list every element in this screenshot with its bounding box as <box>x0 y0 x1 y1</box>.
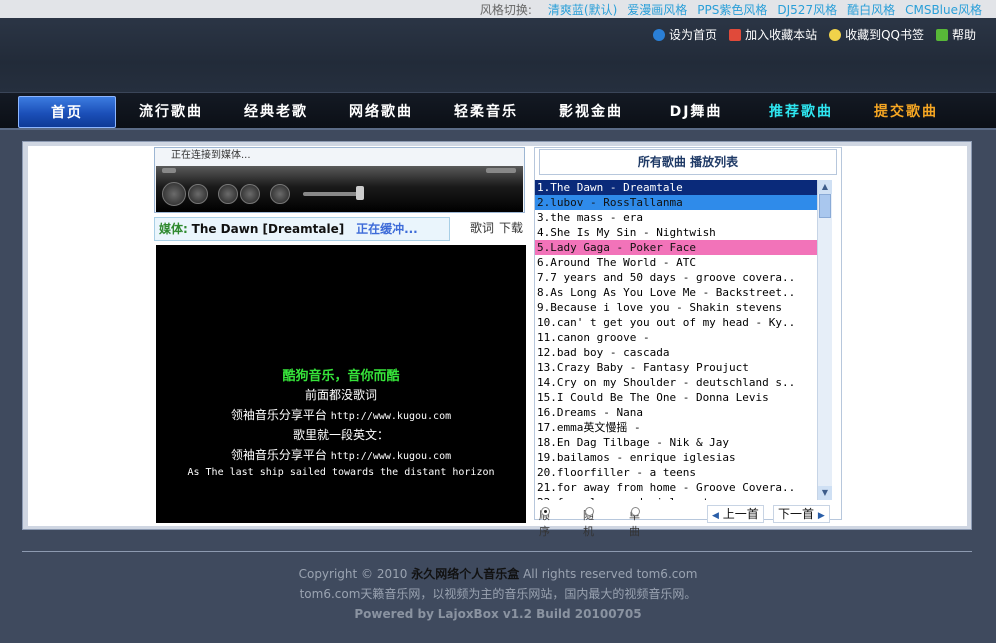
playlist-song-item[interactable]: 4.She Is My Sin - Nightwish <box>535 225 817 240</box>
footer-description: tom6.com天籁音乐网，以视频为主的音乐网站，国内最大的视频音乐网。 <box>299 587 697 601</box>
stop-icon[interactable] <box>188 184 208 204</box>
lyrics-line: 领袖音乐分享平台 http://www.kugou.com <box>230 408 452 422</box>
nav-internet[interactable]: 网络歌曲 <box>332 96 430 128</box>
scroll-thumb[interactable] <box>819 194 831 218</box>
main-nav: 首页 流行歌曲 经典老歌 网络歌曲 轻柔音乐 影视金曲 DJ舞曲 推荐歌曲 提交… <box>0 92 996 130</box>
playlist-song-item[interactable]: 7.7 years and 50 days - groove covera.. <box>535 270 817 285</box>
playlist-song-item[interactable]: 19.bailamos - enrique iglesias <box>535 450 817 465</box>
next-icon: ▶ <box>817 511 825 521</box>
style-option-blue[interactable]: 清爽蓝(默认) <box>548 1 617 18</box>
powered-by-line: Powered by LajoxBox v1.2 Build 20100705 <box>354 607 642 621</box>
progress-indicator-left <box>162 168 176 173</box>
media-title: The Dawn [Dreamtale] <box>191 222 345 236</box>
play-icon[interactable] <box>162 182 186 206</box>
nav-submit[interactable]: 提交歌曲 <box>857 96 955 128</box>
playlist-song-item[interactable]: 12.bad boy - cascada <box>535 345 817 360</box>
playlist-song-item[interactable]: 3.the mass - era <box>535 210 817 225</box>
nav-home[interactable]: 首页 <box>18 96 116 128</box>
media-info: 媒体: The Dawn [Dreamtale] 正在缓冲... <box>154 217 450 241</box>
radio-checked-icon <box>541 507 550 516</box>
nav-classic[interactable]: 经典老歌 <box>227 96 325 128</box>
playlist-song-item[interactable]: 21.for away from home - Groove Covera.. <box>535 480 817 495</box>
download-button[interactable]: 下载 <box>499 218 523 238</box>
scroll-down-icon[interactable]: ▼ <box>818 486 832 500</box>
player-status: 正在连接到媒体... <box>171 150 251 161</box>
help-icon <box>935 28 948 41</box>
quick-links: 设为首页 加入收藏本站 收藏到QQ书签 帮助 <box>653 26 976 43</box>
style-switch-label: 风格切换: <box>479 2 532 17</box>
bookmark-icon <box>729 28 742 41</box>
radio-icon <box>631 507 640 516</box>
lyrics-display: 酷狗音乐，音你而酷 前面都没歌词 领袖音乐分享平台 http://www.kug… <box>156 245 526 523</box>
prev-song-button[interactable]: ◀ 上一首 <box>707 505 764 523</box>
nav-recommended[interactable]: 推荐歌曲 <box>752 96 850 128</box>
lyrics-line: 歌里就一段英文： <box>292 428 389 442</box>
site-footer: Copyright © 2010 永久网络个人音乐盒 All rights re… <box>0 564 996 624</box>
next-icon[interactable] <box>240 184 260 204</box>
previous-icon: ◀ <box>712 511 719 521</box>
style-option-pps[interactable]: PPS紫色风格 <box>697 1 767 18</box>
lyrics-line: 前面都没歌词 <box>304 388 377 402</box>
playlist-song-item[interactable]: 18.En Dag Tilbage - Nik & Jay <box>535 435 817 450</box>
site-header: 设为首页 加入收藏本站 收藏到QQ书签 帮助 <box>0 18 996 92</box>
style-switch-bar: 风格切换: 清爽蓝(默认) 爱漫画风格 PPS紫色风格 DJ527风格 酷白风格… <box>0 0 996 18</box>
playlist-song-item[interactable]: 6.Around The World - ATC <box>535 255 817 270</box>
playlist-title: 所有歌曲 播放列表 <box>539 149 837 175</box>
help-link[interactable]: 帮助 <box>935 26 976 43</box>
playlist-song-item[interactable]: 14.Cry on my Shoulder - deutschland s.. <box>535 375 817 390</box>
playlist-song-item[interactable]: 9.Because i love you - Shakin stevens <box>535 300 817 315</box>
playlist-song-item[interactable]: 11.canon groove - <box>535 330 817 345</box>
playlist-song-item[interactable]: 20.floorfiller - a teens <box>535 465 817 480</box>
style-option-white[interactable]: 酷白风格 <box>847 1 895 18</box>
lyrics-line: 领袖音乐分享平台 http://www.kugou.com <box>230 448 452 462</box>
media-label: 媒体: <box>159 222 188 236</box>
playlist-song-item[interactable]: 1.The Dawn - Dreamtale <box>535 180 817 195</box>
scroll-up-icon[interactable]: ▲ <box>818 180 832 194</box>
playlist-song-item[interactable]: 10.can' t get you out of my head - Ky.. <box>535 315 817 330</box>
progress-indicator-right <box>486 168 516 173</box>
volume-icon[interactable] <box>270 184 290 204</box>
playlist-song-item[interactable]: 22.free loop - daniel powter <box>535 495 817 500</box>
previous-icon[interactable] <box>218 184 238 204</box>
playlist-song-item[interactable]: 2.lubov - RossTallanma <box>535 195 817 210</box>
ie-icon <box>653 28 666 41</box>
player-control-bar <box>156 166 523 212</box>
volume-track <box>303 192 363 196</box>
nav-film[interactable]: 影视金曲 <box>542 96 640 128</box>
add-favorite-link[interactable]: 加入收藏本站 <box>729 26 817 43</box>
playlist-song-item[interactable]: 17.emma英文慢摇 - <box>535 420 817 435</box>
playlist-song-item[interactable]: 16.Dreams - Nana <box>535 405 817 420</box>
media-state: 正在缓冲... <box>356 222 418 236</box>
playlist-song-item[interactable]: 13.Crazy Baby - Fantasy Proujuct <box>535 360 817 375</box>
content-area: 正在连接到媒体... 媒体: The Dawn [Dreamtale] 正在缓冲… <box>28 146 967 538</box>
playlist-scrollbar[interactable]: ▲ ▼ <box>817 180 832 500</box>
volume-slider-handle[interactable] <box>356 186 364 200</box>
radio-icon <box>585 507 594 516</box>
playlist-panel: 所有歌曲 播放列表 1.The Dawn - Dreamtale 2.lubov … <box>534 147 842 538</box>
nav-dj[interactable]: DJ舞曲 <box>647 96 745 128</box>
nav-pop[interactable]: 流行歌曲 <box>122 96 220 128</box>
playlist-song-item[interactable]: 15.I Could Be The One - Donna Levis <box>535 390 817 405</box>
lyrics-title: 酷狗音乐，音你而酷 <box>282 369 400 384</box>
playlist-song-item[interactable]: 5.Lady Gaga - Poker Face <box>535 240 817 255</box>
media-player: 正在连接到媒体... <box>154 147 525 213</box>
lyrics-line: As The last ship sailed towards the dist… <box>187 467 495 478</box>
qq-bookmark-link[interactable]: 收藏到QQ书签 <box>829 26 924 43</box>
playlist-song-item[interactable]: 8.As Long As You Love Me - Backstreet.. <box>535 285 817 300</box>
style-option-dj527[interactable]: DJ527风格 <box>777 1 837 18</box>
nav-soft[interactable]: 轻柔音乐 <box>437 96 535 128</box>
set-homepage-link[interactable]: 设为首页 <box>653 26 717 43</box>
qq-icon <box>829 28 842 41</box>
lyrics-button[interactable]: 歌词 <box>470 218 494 238</box>
content-frame: 正在连接到媒体... 媒体: The Dawn [Dreamtale] 正在缓冲… <box>22 141 972 538</box>
style-option-cmsblue[interactable]: CMSBlue风格 <box>905 1 982 18</box>
song-list: 1.The Dawn - Dreamtale 2.lubov - RossTall… <box>535 180 817 500</box>
copyright-line: Copyright © 2010 永久网络个人音乐盒 All rights re… <box>298 567 698 581</box>
footer-divider <box>22 551 972 552</box>
next-song-button[interactable]: 下一首 ▶ <box>773 505 830 523</box>
style-option-comic[interactable]: 爱漫画风格 <box>627 1 687 18</box>
